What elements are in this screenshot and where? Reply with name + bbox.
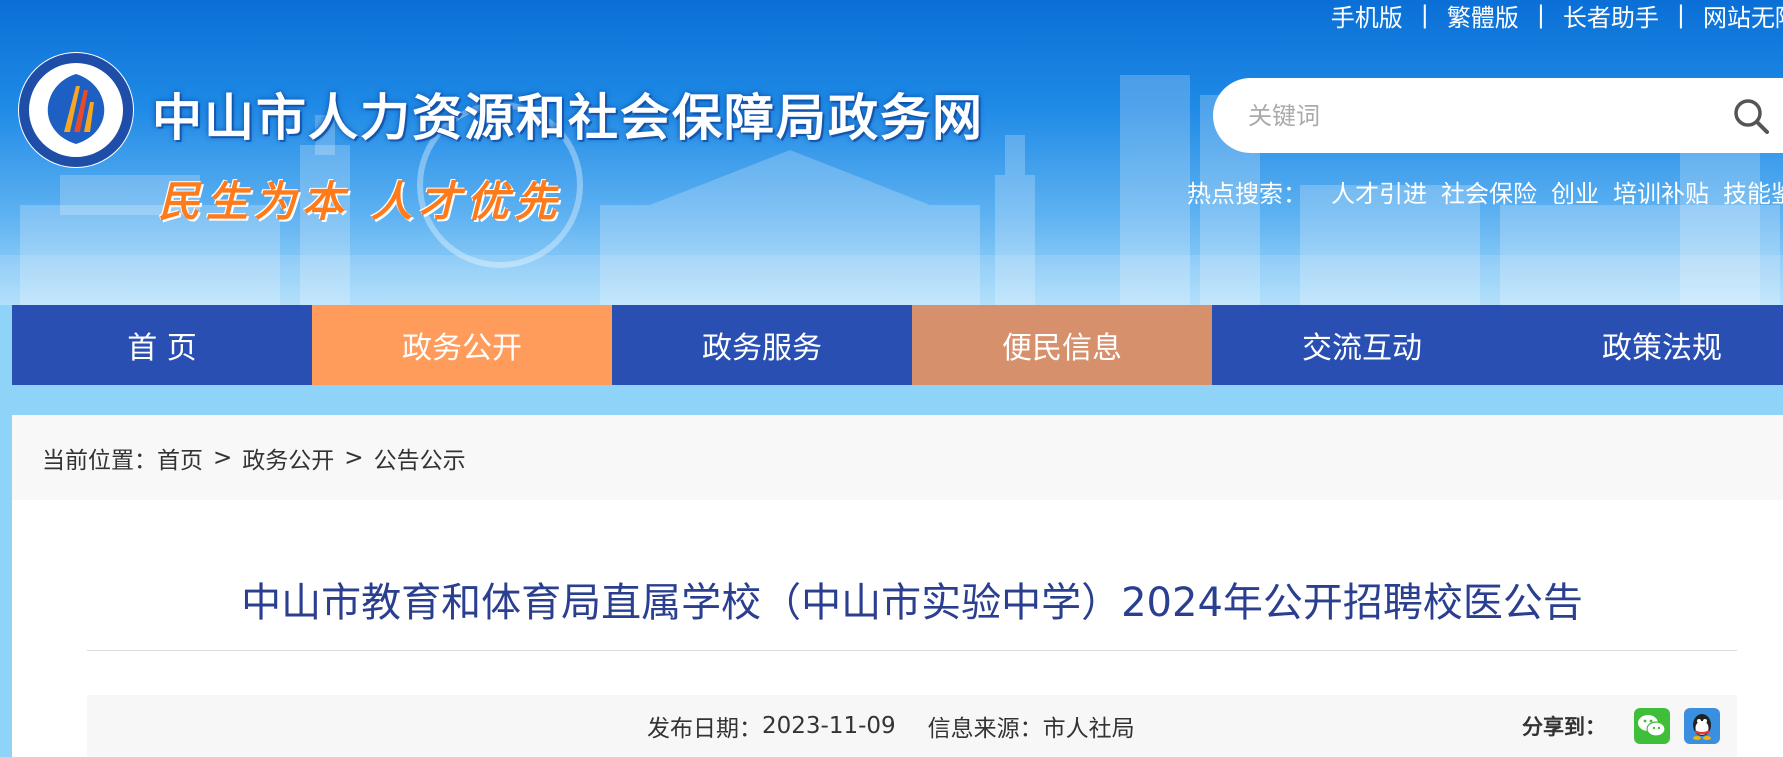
breadcrumb-home[interactable]: 首页 (157, 441, 203, 475)
hot-keyword-training-subsidy[interactable]: 培训补贴 (1613, 174, 1709, 209)
nav-public-info[interactable]: 便民信息 (912, 305, 1212, 385)
top-link-separator: | (1536, 1, 1545, 29)
breadcrumb-prefix: 当前位置： (42, 447, 157, 474)
breadcrumb: 当前位置： 首页 > 政务公开 > 公告公示 (12, 415, 1783, 500)
source-value: 市人社局 (1042, 716, 1135, 742)
top-link-separator: | (1420, 1, 1429, 29)
breadcrumb-government-affairs[interactable]: 政务公开 (242, 441, 334, 475)
title-divider (87, 650, 1737, 651)
article-title: 中山市教育和体育局直属学校（中山市实验中学）2024年公开招聘校医公告 (241, 580, 1583, 626)
main-content: 当前位置： 首页 > 政务公开 > 公告公示 中山市教育和体育局直属学校（中山市… (12, 415, 1783, 757)
hot-search-label: 热点搜索： (1187, 179, 1307, 208)
elderly-assistant-link[interactable]: 长者助手 (1563, 0, 1659, 33)
accessibility-link[interactable]: 网站无障碍 (1703, 0, 1783, 33)
publish-date-label: 发布日期： (647, 716, 762, 742)
site-header: 手机版 | 繁體版 | 长者助手 | 网站无障碍 中山市人力资源和社会保障局政务… (0, 0, 1783, 305)
share-label: 分享到： (1522, 715, 1606, 739)
nav-government-services[interactable]: 政务服务 (612, 305, 912, 385)
site-title: 中山市人力资源和社会保障局政务网 (152, 89, 984, 147)
top-link-separator: | (1676, 1, 1685, 29)
search-icon[interactable] (1731, 96, 1771, 136)
breadcrumb-separator: > (213, 444, 233, 471)
article-meta-bar: 发布日期： 2023-11-09 信息来源： 市人社局 分享到： (87, 695, 1737, 757)
breadcrumb-announcements[interactable]: 公告公示 (374, 441, 466, 475)
wechat-icon[interactable] (1634, 708, 1670, 744)
source-label: 信息来源： (927, 716, 1043, 742)
share-bar: 分享到： (1522, 695, 1734, 757)
nav-government-affairs[interactable]: 政务公开 (312, 305, 612, 385)
nav-interaction[interactable]: 交流互动 (1212, 305, 1512, 385)
hot-keyword-entrepreneurship[interactable]: 创业 (1551, 174, 1599, 209)
traditional-chinese-link[interactable]: 繁體版 (1447, 0, 1519, 33)
main-nav: 首 页 政务公开 政务服务 便民信息 交流互动 政策法规 (12, 305, 1783, 385)
search-input[interactable] (1248, 95, 1718, 136)
article-meta: 发布日期： 2023-11-09 信息来源： 市人社局 (647, 695, 1135, 757)
search-box (1213, 78, 1783, 153)
hot-keyword-social-insurance[interactable]: 社会保险 (1441, 174, 1537, 209)
nav-home[interactable]: 首 页 (12, 305, 312, 385)
mobile-version-link[interactable]: 手机版 (1331, 0, 1403, 33)
top-links: 手机版 | 繁體版 | 长者助手 | 网站无障碍 (1331, 0, 1783, 33)
nav-policies[interactable]: 政策法规 (1512, 305, 1783, 385)
qq-icon[interactable] (1684, 708, 1720, 744)
publish-date: 2023-11-09 (762, 713, 896, 739)
hot-keyword-skill-appraisal[interactable]: 技能鉴定 (1723, 174, 1783, 209)
hot-search: 热点搜索： 人才引进 社会保险 创业 培训补贴 技能鉴定 (1187, 174, 1783, 208)
hot-keyword-talent[interactable]: 人才引进 (1331, 174, 1427, 209)
bureau-logo[interactable] (16, 50, 136, 170)
site-slogan: 民生为本 人才优先 (158, 177, 563, 226)
breadcrumb-separator: > (344, 444, 364, 471)
